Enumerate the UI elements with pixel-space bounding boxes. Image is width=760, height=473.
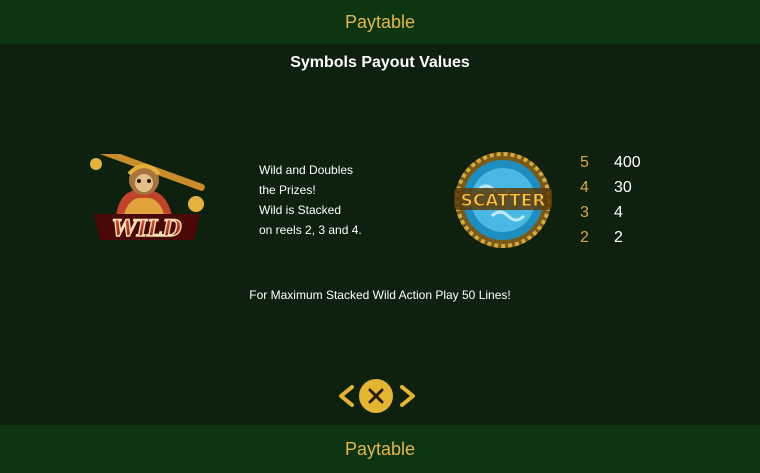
payout-value: 30: [614, 178, 632, 196]
payout-count: 4: [580, 178, 589, 196]
footer-bar: Paytable: [0, 425, 760, 473]
payout-count: 5: [580, 153, 589, 171]
scatter-symbol-label: SCATTER: [461, 191, 546, 211]
section-title: Symbols Payout Values: [290, 54, 470, 71]
payout-value: 4: [614, 203, 623, 221]
payout-row: 4 30: [580, 175, 641, 200]
close-icon: [368, 388, 384, 404]
header-bar: Paytable: [0, 0, 760, 44]
footer-title: Paytable: [344, 438, 416, 459]
payout-value: 2: [614, 228, 623, 246]
monkey-king-wild-icon: WILD: [90, 154, 205, 243]
payout-value: 400: [614, 153, 641, 171]
payout-row: 2 2: [580, 225, 641, 250]
wild-description-line: on reels 2, 3 and 4.: [259, 223, 362, 237]
header-title: Paytable: [344, 11, 416, 32]
scatter-medallion-icon: SCATTER: [454, 152, 552, 248]
wild-description-line: Wild is Stacked: [259, 203, 342, 217]
wild-description-line: the Prizes!: [259, 183, 316, 197]
chevron-left-icon[interactable]: [338, 385, 354, 407]
payout-count: 3: [580, 203, 589, 221]
close-button[interactable]: [359, 379, 393, 413]
max-lines-note: For Maximum Stacked Wild Action Play 50 …: [249, 288, 511, 302]
wild-description-line: Wild and Doubles: [259, 163, 354, 177]
chevron-right-icon[interactable]: [400, 385, 416, 407]
wild-symbol-label: WILD: [112, 216, 182, 242]
paytable-navigation: [338, 376, 418, 416]
wild-description: Wild and Doubles the Prizes! Wild is Sta…: [259, 160, 362, 240]
payout-row: 5 400: [580, 150, 641, 175]
payout-count: 2: [580, 228, 589, 246]
payout-row: 3 4: [580, 200, 641, 225]
scatter-payout-table: 5 400 4 30 3 4 2 2: [580, 150, 641, 250]
